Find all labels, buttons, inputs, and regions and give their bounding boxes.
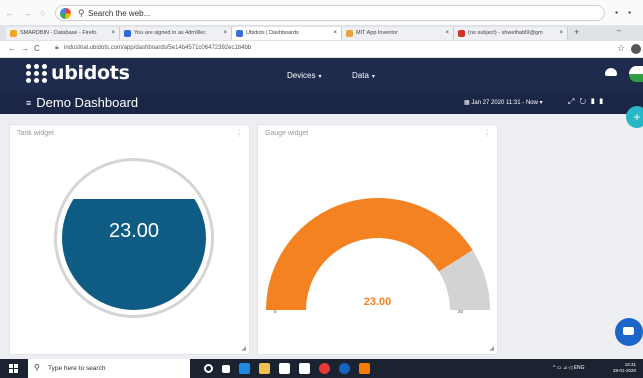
edge-icon[interactable] xyxy=(239,363,250,374)
browser-tab-app-inventor[interactable]: MIT App Inventor × xyxy=(342,27,454,40)
dashboard-title[interactable]: ≡ Demo Dashboard xyxy=(26,95,138,110)
nav-data[interactable]: Data ▾ xyxy=(352,71,375,80)
chevron-down-icon: ▾ xyxy=(371,74,375,80)
browser-search-box[interactable]: ⚲ Search the web... xyxy=(55,5,605,21)
browser-history-arrows[interactable]: ← → ○ xyxy=(5,8,48,18)
browser-tab-signed-in[interactable]: You are signed in as 4dm9lec × xyxy=(120,27,232,40)
browser-tab-firefox[interactable]: SMARDBIN - Database - Firefo × xyxy=(6,27,120,40)
gauge-value: 23.00 xyxy=(363,296,392,308)
gauge-widget: Gauge widget ⋮ 23.00 0 20 ◢ xyxy=(257,124,498,355)
taskbar-search[interactable]: ⚲ Type here to search xyxy=(28,359,190,378)
widget-menu-icon[interactable]: ⋮ xyxy=(483,129,491,138)
widget-title: Gauge widget xyxy=(265,130,309,137)
tank-value: 23.00 xyxy=(108,220,160,242)
dashboard-title-text: Demo Dashboard xyxy=(36,95,139,110)
minimize-icon[interactable]: – xyxy=(617,26,621,35)
taskbar-clock[interactable]: 15:31 28-01-2020 xyxy=(613,362,636,374)
date-range-picker[interactable]: ▦ Jan 27 2020 11:31 - Now ▾ xyxy=(464,99,543,106)
tab-close-icon[interactable]: × xyxy=(111,27,115,40)
chevron-down-icon: ▾ xyxy=(318,74,322,80)
app-icon[interactable] xyxy=(319,363,330,374)
gauge-fill xyxy=(266,197,473,310)
refresh-icon[interactable]: ↻ xyxy=(579,97,591,106)
firefox-icon[interactable] xyxy=(359,363,370,374)
clock-date: 28-01-2020 xyxy=(613,368,637,373)
pause-icon[interactable]: ❚❚ xyxy=(591,97,608,106)
bookmark-star-icon[interactable]: ☆ xyxy=(617,43,625,54)
user-avatar[interactable] xyxy=(629,66,643,82)
tab-close-icon[interactable]: × xyxy=(445,27,449,40)
gauge-min-label: 0 xyxy=(274,309,277,314)
windows-start-icon[interactable] xyxy=(9,364,18,373)
search-icon: ⚲ xyxy=(78,8,85,18)
taskbar-apps xyxy=(204,363,370,374)
tab-label: MIT App Inventor xyxy=(356,30,398,36)
cloud-icon[interactable] xyxy=(605,68,617,76)
gauge-max-label: 20 xyxy=(458,309,464,314)
nav-devices[interactable]: Devices ▾ xyxy=(287,71,321,80)
nav-data-label: Data xyxy=(352,71,369,80)
file-explorer-icon[interactable] xyxy=(259,363,270,374)
tab-label: (no subject) - shwethabl9@gm xyxy=(468,30,543,36)
tab-label: SMARDBIN - Database - Firefo xyxy=(20,30,97,36)
chat-button[interactable] xyxy=(615,318,643,346)
ubidots-logo[interactable]: ubidots xyxy=(26,62,130,84)
task-view-icon[interactable] xyxy=(222,364,230,373)
search-icon: ⚲ xyxy=(34,363,40,372)
ubidots-logo-icon xyxy=(26,62,48,84)
cortana-icon[interactable] xyxy=(204,364,213,373)
resize-handle-icon[interactable]: ◢ xyxy=(241,345,246,352)
extension-icons[interactable]: ▪ ▪ xyxy=(615,8,635,17)
system-tray[interactable]: ^ ▭ ⊿ ◁ ENG xyxy=(553,365,585,371)
tank-container: 23.00 xyxy=(54,158,214,318)
language-indicator: ENG xyxy=(573,365,585,371)
browser-tab-bar: SMARDBIN - Database - Firefo × You are s… xyxy=(0,25,643,41)
store-icon[interactable] xyxy=(279,363,290,374)
widget-title: Tank widget xyxy=(17,130,54,137)
browser-tab-ubidots[interactable]: Ubidots | Dashboards × xyxy=(232,27,342,40)
google-icon xyxy=(60,8,71,19)
tab-favicon-icon xyxy=(346,30,353,37)
windows-taskbar: ⚲ Type here to search ^ ▭ ⊿ ◁ ENG 15:31 … xyxy=(0,359,643,378)
widget-menu-icon[interactable]: ⋮ xyxy=(235,129,243,138)
tank-fill-level xyxy=(62,199,206,310)
new-tab-icon[interactable]: + xyxy=(574,27,579,37)
address-bar: ←→C 🔒︎ industrial.ubidots.com/app/dashbo… xyxy=(0,41,643,58)
taskbar-search-text: Type here to search xyxy=(48,365,106,372)
browser-search-text: Search the web... xyxy=(88,9,151,18)
tab-label: Ubidots | Dashboards xyxy=(246,30,299,36)
profile-avatar[interactable] xyxy=(631,44,641,54)
chat-icon xyxy=(623,327,634,335)
tab-favicon-icon xyxy=(10,30,17,37)
browser-top-bar: ← → ○ ⚲ Search the web... ▪ ▪ xyxy=(0,0,643,25)
date-range-text: Jan 27 2020 11:31 - Now xyxy=(471,100,538,106)
app-header: ubidots Devices ▾ Data ▾ xyxy=(0,58,643,92)
tab-favicon-icon xyxy=(124,30,131,37)
logo-text: ubidots xyxy=(51,62,130,84)
tab-label: You are signed in as 4dm9lec xyxy=(134,30,206,36)
address-nav-icons[interactable]: ←→C xyxy=(8,44,45,53)
nav-devices-label: Devices xyxy=(287,71,316,80)
fullscreen-icon[interactable]: ⤢ xyxy=(568,97,579,106)
app-icon[interactable] xyxy=(339,363,350,374)
mail-icon[interactable] xyxy=(299,363,310,374)
tab-close-icon[interactable]: × xyxy=(223,27,227,40)
menu-icon[interactable]: ≡ xyxy=(26,98,31,108)
dashboard-bar: ≡ Demo Dashboard ▦ Jan 27 2020 11:31 - No… xyxy=(0,92,643,114)
resize-handle-icon[interactable]: ◢ xyxy=(489,345,494,352)
tab-favicon-icon xyxy=(236,30,243,37)
browser-tab-gmail[interactable]: (no subject) - shwethabl9@gm × xyxy=(454,27,568,40)
tab-favicon-icon xyxy=(458,30,465,37)
address-url[interactable]: industrial.ubidots.com/app/dashboards/5e… xyxy=(64,45,251,51)
tank-widget: Tank widget ⋮ 23.00 ◢ xyxy=(9,124,250,355)
dashboard-tools: ⤢↻❚❚ xyxy=(568,97,608,107)
chevron-down-icon: ▾ xyxy=(537,100,543,106)
lock-icon: 🔒︎ xyxy=(55,44,59,51)
add-widget-button[interactable]: + xyxy=(626,106,643,128)
tab-close-icon[interactable]: × xyxy=(333,27,337,40)
tab-close-icon[interactable]: × xyxy=(559,27,563,40)
